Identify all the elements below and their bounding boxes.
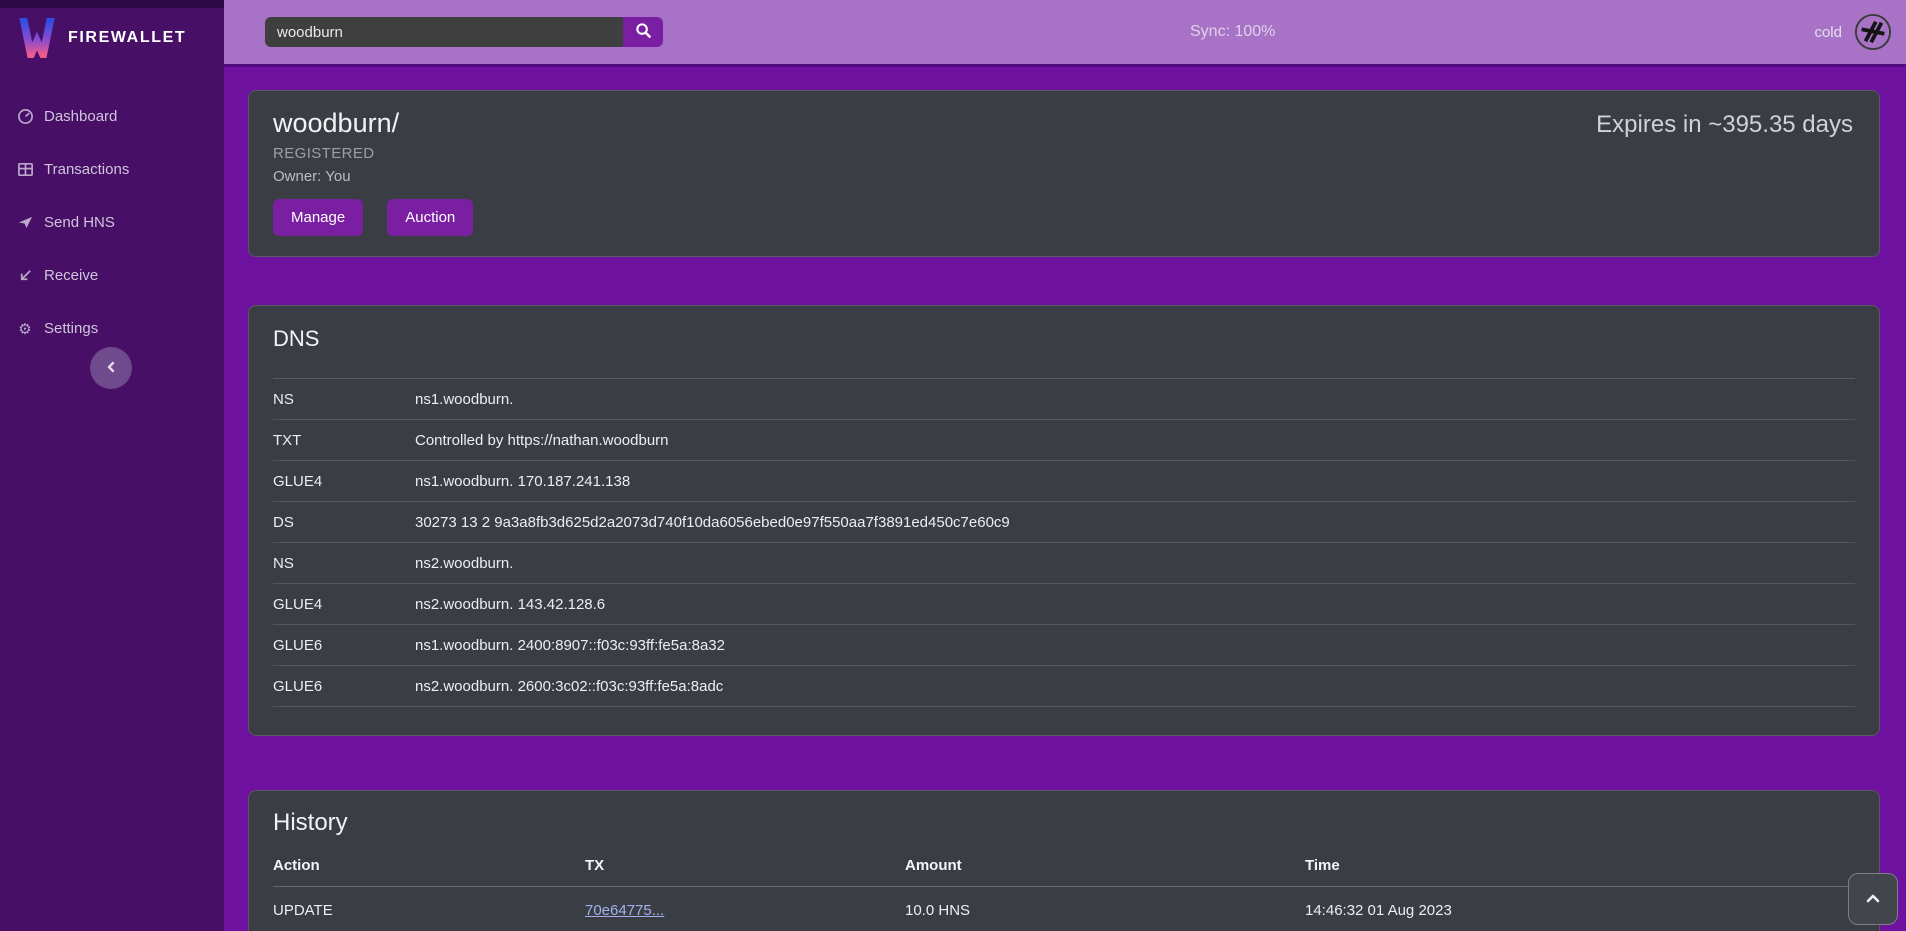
dns-record-value: ns1.woodburn. 2400:8907::f03c:93ff:fe5a:… [415,637,1855,654]
topbar: Sync: 100% cold [224,0,1906,67]
chevron-left-icon [104,360,118,377]
history-action: UPDATE [273,887,585,931]
manage-button[interactable]: Manage [273,199,363,236]
history-card: History Action TX Amount Time UPDATE 70e… [248,790,1880,931]
sidebar-item-transactions[interactable]: Transactions [0,143,224,196]
dns-record-value: ns1.woodburn. 170.187.241.138 [415,473,1855,490]
main-content: woodburn/ REGISTERED Owner: You Manage A… [224,67,1906,931]
sidebar-item-label: Transactions [44,161,129,178]
dns-record-type: NS [273,555,415,572]
sidebar-item-send-hns[interactable]: Send HNS [0,196,224,249]
sidebar-item-dashboard[interactable]: Dashboard [0,90,224,143]
dns-card: DNS NS ns1.woodburn. TXT Controlled by h… [248,305,1880,736]
dns-record-value: ns1.woodburn. [415,391,1855,408]
dns-record-type: TXT [273,432,415,449]
registration-status: REGISTERED [273,145,1855,162]
dns-card-title: DNS [273,326,1855,352]
col-header-amount: Amount [905,851,1305,887]
sidebar-item-label: Dashboard [44,108,117,125]
transactions-table-icon [16,161,34,179]
send-plane-icon [16,214,34,232]
dns-record-value: Controlled by https://nathan.woodburn [415,432,1855,449]
dashboard-gauge-icon [16,108,34,126]
dns-record-type: GLUE6 [273,678,415,695]
dns-record-row: NS ns2.woodburn. [273,543,1855,584]
owner-label: Owner: You [273,168,1855,185]
topbar-right: cold [1814,13,1906,51]
dns-record-value: ns2.woodburn. 2600:3c02::f03c:93ff:fe5a:… [415,678,1855,695]
history-time: 14:46:32 01 Aug 2023 [1305,887,1855,931]
dns-record-row: GLUE6 ns1.woodburn. 2400:8907::f03c:93ff… [273,625,1855,666]
wallet-name-label: cold [1814,24,1842,41]
receive-arrow-icon [16,267,34,285]
sidebar: FIREWALLET Dashboard Transactions [0,0,224,931]
dns-records-table: NS ns1.woodburn. TXT Controlled by https… [273,378,1855,707]
sidebar-item-label: Settings [44,320,98,337]
sidebar-item-label: Receive [44,267,98,284]
history-table: Action TX Amount Time UPDATE 70e64775...… [273,851,1855,931]
expiry-label: Expires in ~395.35 days [1596,111,1853,139]
dns-record-row: GLUE4 ns1.woodburn. 170.187.241.138 [273,461,1855,502]
dns-record-type: DS [273,514,415,531]
dns-record-row: TXT Controlled by https://nathan.woodbur… [273,420,1855,461]
col-header-time: Time [1305,851,1855,887]
scroll-to-top-button[interactable] [1848,873,1898,925]
dns-record-row: GLUE6 ns2.woodburn. 2600:3c02::f03c:93ff… [273,666,1855,707]
sidebar-top-strip [0,0,224,8]
sidebar-item-receive[interactable]: Receive [0,249,224,302]
tx-link[interactable]: 70e64775... [585,902,664,919]
search-icon [635,22,652,42]
col-header-action: Action [273,851,585,887]
dns-record-value: ns2.woodburn. 143.42.128.6 [415,596,1855,613]
auction-button[interactable]: Auction [387,199,473,236]
sync-status: Sync: 100% [1190,0,1275,64]
dns-record-row: DS 30273 13 2 9a3a8fb3d625d2a2073d740f10… [273,502,1855,543]
history-header-row: Action TX Amount Time [273,851,1855,887]
search-input[interactable] [265,17,623,47]
dns-record-type: GLUE4 [273,473,415,490]
history-row: UPDATE 70e64775... 10.0 HNS 14:46:32 01 … [273,887,1855,931]
dns-record-row: GLUE4 ns2.woodburn. 143.42.128.6 [273,584,1855,625]
search-button[interactable] [623,17,663,47]
dns-record-type: GLUE6 [273,637,415,654]
settings-gear-icon: ⚙ [16,320,34,338]
firewallet-logo-icon [18,18,56,58]
dns-record-type: NS [273,391,415,408]
name-summary-card: woodburn/ REGISTERED Owner: You Manage A… [248,90,1880,257]
sidebar-nav: Dashboard Transactions Send HNS [0,90,224,355]
dns-record-row: NS ns1.woodburn. [273,379,1855,420]
handshake-logo-icon[interactable] [1854,13,1892,51]
name-actions: Manage Auction [273,199,1855,236]
history-amount: 10.0 HNS [905,887,1305,931]
history-card-title: History [273,809,1855,837]
app-title: FIREWALLET [68,29,186,47]
brand[interactable]: FIREWALLET [0,8,224,70]
sidebar-collapse-button[interactable] [90,347,132,389]
search-group [265,17,663,47]
chevron-up-icon [1864,892,1882,907]
sidebar-item-label: Send HNS [44,214,115,231]
dns-record-type: GLUE4 [273,596,415,613]
col-header-tx: TX [585,851,905,887]
dns-record-value: ns2.woodburn. [415,555,1855,572]
dns-record-value: 30273 13 2 9a3a8fb3d625d2a2073d740f10da6… [415,514,1855,531]
